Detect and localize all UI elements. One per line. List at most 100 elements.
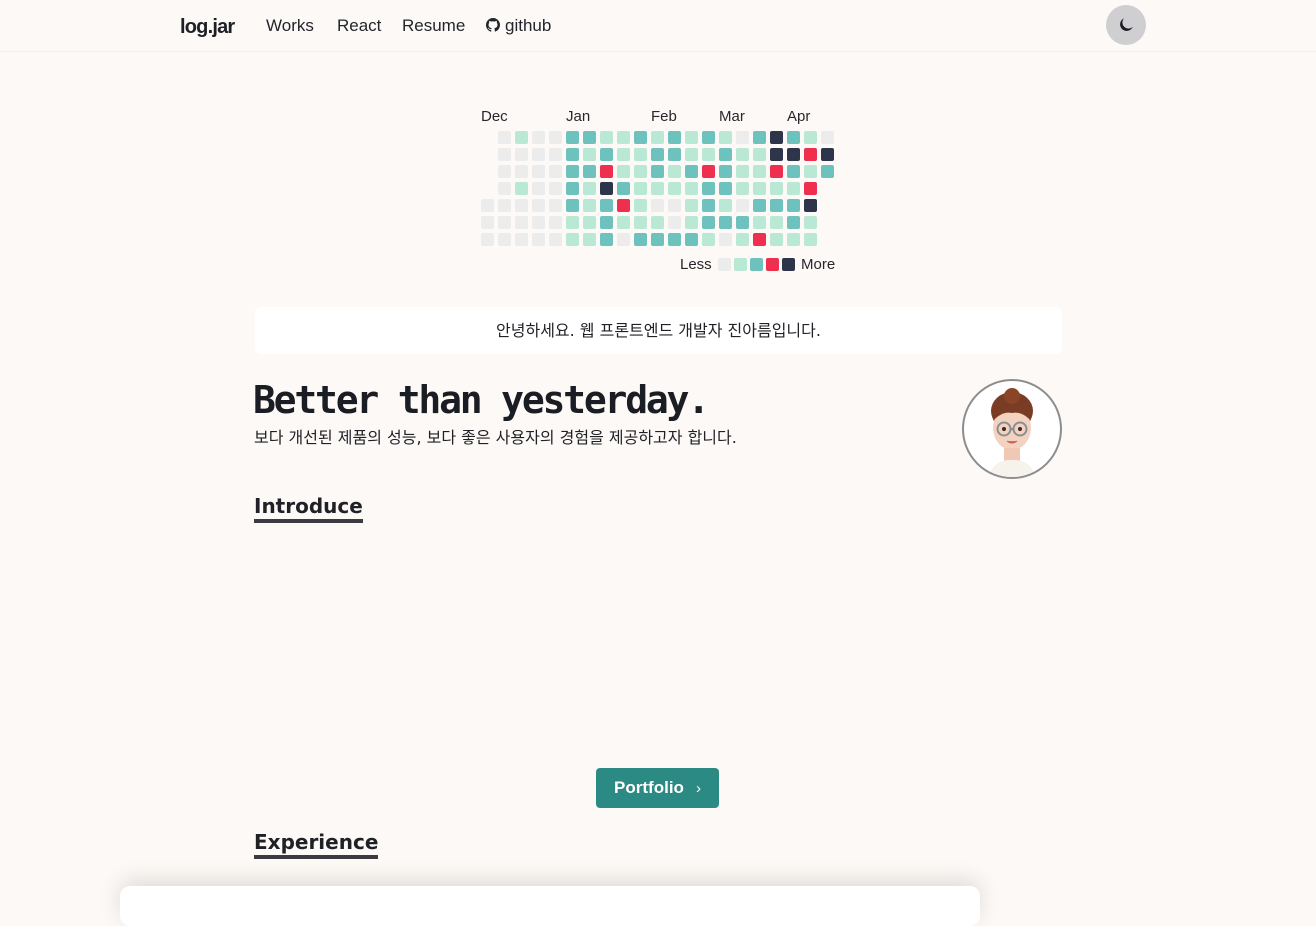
contribution-cell[interactable] — [566, 165, 579, 178]
contribution-cell[interactable] — [804, 165, 817, 178]
contribution-cell[interactable] — [651, 182, 664, 195]
contribution-cell[interactable] — [736, 216, 749, 229]
contribution-cell[interactable] — [549, 216, 562, 229]
contribution-cell[interactable] — [617, 165, 630, 178]
contribution-cell[interactable] — [821, 148, 834, 161]
contribution-cell[interactable] — [702, 216, 715, 229]
contribution-cell[interactable] — [583, 216, 596, 229]
contribution-cell[interactable] — [787, 216, 800, 229]
contribution-cell[interactable] — [498, 165, 511, 178]
contribution-cell[interactable] — [736, 148, 749, 161]
contribution-cell[interactable] — [787, 233, 800, 246]
contribution-cell[interactable] — [617, 233, 630, 246]
contribution-cell[interactable] — [515, 131, 528, 144]
contribution-cell[interactable] — [617, 131, 630, 144]
contribution-cell[interactable] — [668, 216, 681, 229]
contribution-cell[interactable] — [668, 182, 681, 195]
contribution-cell[interactable] — [498, 216, 511, 229]
contribution-cell[interactable] — [685, 199, 698, 212]
contribution-cell[interactable] — [532, 199, 545, 212]
contribution-cell[interactable] — [549, 233, 562, 246]
contribution-cell[interactable] — [770, 165, 783, 178]
contribution-cell[interactable] — [583, 233, 596, 246]
contribution-cell[interactable] — [549, 199, 562, 212]
contribution-cell[interactable] — [498, 233, 511, 246]
nav-link-github[interactable]: github — [486, 16, 551, 36]
contribution-cell[interactable] — [566, 131, 579, 144]
contribution-cell[interactable] — [770, 131, 783, 144]
contribution-cell[interactable] — [753, 148, 766, 161]
contribution-cell[interactable] — [685, 148, 698, 161]
theme-toggle-button[interactable] — [1106, 5, 1146, 45]
contribution-cell[interactable] — [498, 182, 511, 195]
contribution-cell[interactable] — [515, 233, 528, 246]
contribution-cell[interactable] — [583, 199, 596, 212]
contribution-cell[interactable] — [549, 165, 562, 178]
contribution-cell[interactable] — [668, 233, 681, 246]
contribution-cell[interactable] — [532, 233, 545, 246]
contribution-cell[interactable] — [600, 148, 613, 161]
contribution-cell[interactable] — [515, 199, 528, 212]
contribution-cell[interactable] — [685, 182, 698, 195]
contribution-cell[interactable] — [532, 216, 545, 229]
contribution-cell[interactable] — [702, 165, 715, 178]
contribution-cell[interactable] — [702, 233, 715, 246]
contribution-cell[interactable] — [685, 165, 698, 178]
contribution-cell[interactable] — [770, 216, 783, 229]
contribution-cell[interactable] — [600, 233, 613, 246]
contribution-cell[interactable] — [804, 199, 817, 212]
contribution-cell[interactable] — [498, 131, 511, 144]
contribution-cell[interactable] — [600, 131, 613, 144]
contribution-cell[interactable] — [753, 182, 766, 195]
contribution-cell[interactable] — [634, 216, 647, 229]
contribution-cell[interactable] — [566, 233, 579, 246]
contribution-cell[interactable] — [583, 131, 596, 144]
contribution-cell[interactable] — [532, 165, 545, 178]
contribution-cell[interactable] — [685, 131, 698, 144]
contribution-cell[interactable] — [634, 148, 647, 161]
contribution-cell[interactable] — [702, 148, 715, 161]
contribution-cell[interactable] — [719, 182, 732, 195]
contribution-cell[interactable] — [566, 199, 579, 212]
contribution-cell[interactable] — [821, 131, 834, 144]
contribution-cell[interactable] — [600, 216, 613, 229]
contribution-cell[interactable] — [753, 216, 766, 229]
contribution-cell[interactable] — [566, 182, 579, 195]
contribution-cell[interactable] — [685, 216, 698, 229]
contribution-cell[interactable] — [583, 182, 596, 195]
contribution-cell[interactable] — [549, 131, 562, 144]
contribution-cell[interactable] — [651, 165, 664, 178]
contribution-cell[interactable] — [770, 148, 783, 161]
contribution-cell[interactable] — [753, 199, 766, 212]
contribution-cell[interactable] — [719, 233, 732, 246]
contribution-cell[interactable] — [617, 216, 630, 229]
contribution-cell[interactable] — [515, 182, 528, 195]
contribution-cell[interactable] — [651, 216, 664, 229]
contribution-cell[interactable] — [651, 131, 664, 144]
contribution-cell[interactable] — [600, 199, 613, 212]
contribution-cell[interactable] — [702, 182, 715, 195]
contribution-cell[interactable] — [481, 216, 494, 229]
contribution-cell[interactable] — [804, 148, 817, 161]
nav-link-react[interactable]: React — [337, 16, 381, 36]
portfolio-button[interactable]: Portfolio › — [596, 768, 719, 808]
contribution-cell[interactable] — [736, 165, 749, 178]
contribution-cell[interactable] — [583, 165, 596, 178]
contribution-cell[interactable] — [634, 165, 647, 178]
contribution-cell[interactable] — [804, 233, 817, 246]
contribution-cell[interactable] — [634, 233, 647, 246]
nav-link-works[interactable]: Works — [266, 16, 314, 36]
contribution-cell[interactable] — [515, 148, 528, 161]
contribution-cell[interactable] — [651, 233, 664, 246]
contribution-cell[interactable] — [702, 131, 715, 144]
contribution-cell[interactable] — [481, 199, 494, 212]
contribution-cell[interactable] — [600, 182, 613, 195]
contribution-cell[interactable] — [787, 131, 800, 144]
contribution-cell[interactable] — [481, 233, 494, 246]
contribution-cell[interactable] — [719, 216, 732, 229]
contribution-cell[interactable] — [770, 233, 783, 246]
contribution-cell[interactable] — [651, 199, 664, 212]
contribution-cell[interactable] — [719, 165, 732, 178]
contribution-cell[interactable] — [736, 131, 749, 144]
contribution-cell[interactable] — [736, 199, 749, 212]
